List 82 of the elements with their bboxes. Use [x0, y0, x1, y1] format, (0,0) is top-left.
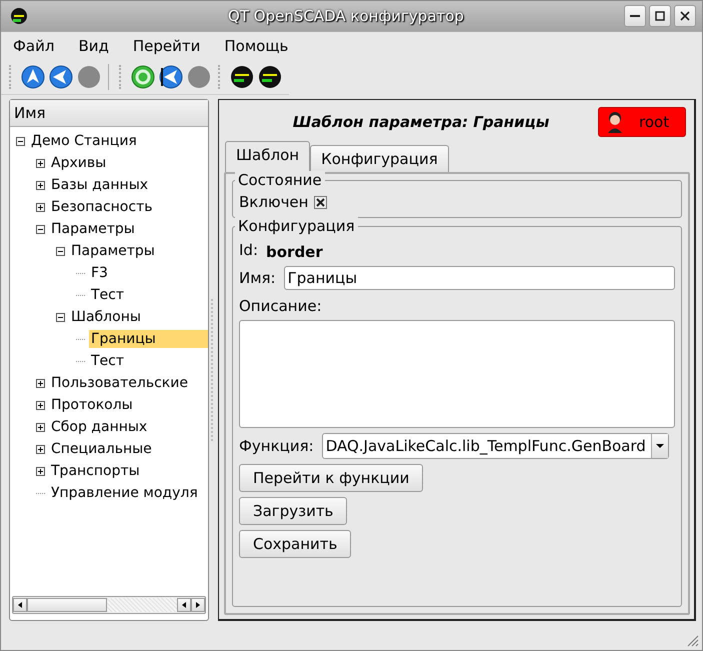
tree-item[interactable]: Параметры — [69, 242, 157, 260]
menu-item[interactable]: Вид — [78, 37, 109, 55]
maximize-button[interactable] — [649, 5, 671, 27]
id-value: border — [266, 243, 323, 261]
refresh-icon — [131, 65, 155, 89]
left-arrow-icon — [16, 601, 24, 609]
window-title: QT OpenSCADA конфигуратор — [227, 7, 465, 25]
tree-item[interactable]: Базы данных — [49, 176, 150, 194]
expand-icon[interactable] — [36, 202, 45, 212]
expand-icon[interactable] — [36, 378, 45, 388]
resize-grip-icon[interactable] — [687, 635, 699, 647]
minimize-button[interactable] — [624, 5, 646, 27]
group-title: Конфигурация — [235, 217, 358, 235]
field-label: Функция: — [239, 437, 314, 455]
push-button[interactable]: Сохранить — [239, 530, 352, 558]
push-button[interactable]: Загрузить — [239, 497, 348, 525]
tab[interactable]: Конфигурация — [310, 145, 449, 172]
name-field[interactable]: Границы — [284, 266, 675, 290]
tree-item[interactable]: Протоколы — [49, 396, 135, 414]
close-button[interactable] — [674, 5, 696, 27]
column-header[interactable]: Имя — [10, 100, 208, 127]
tree-item[interactable]: Пользовательские — [49, 374, 190, 392]
expand-icon[interactable] — [36, 466, 45, 476]
field-label: Id: — [239, 241, 258, 259]
tab[interactable]: Шаблон — [225, 141, 310, 172]
scroll-handle[interactable] — [27, 598, 107, 612]
tree-item[interactable]: Специальные — [49, 440, 154, 458]
toolbar-button[interactable] — [20, 64, 46, 90]
toolbar-button[interactable] — [48, 64, 74, 90]
expand-icon[interactable] — [36, 180, 45, 190]
collapse-icon[interactable] — [56, 246, 65, 256]
tree-item[interactable]: Параметры — [49, 220, 137, 238]
menu-item[interactable]: Файл — [13, 37, 54, 55]
circle-icon — [187, 65, 211, 89]
circle-icon — [77, 65, 101, 89]
tree-item[interactable]: Тест — [89, 352, 126, 370]
expand-icon[interactable] — [36, 400, 45, 410]
maximize-icon — [655, 11, 665, 21]
station-icon — [258, 65, 282, 89]
app-icon — [10, 7, 28, 25]
close-icon — [680, 11, 690, 21]
collapse-icon[interactable] — [56, 312, 65, 322]
checkbox-label: Включен — [239, 193, 308, 211]
splitter-handle[interactable] — [211, 299, 216, 441]
function-dropdown[interactable]: DAQ.JavaLikeCalc.lib_TemplFunc.GenBoard — [322, 433, 669, 459]
tree-item[interactable]: Безопасность — [49, 198, 154, 216]
scroll-left-button[interactable] — [13, 598, 27, 612]
checkbox[interactable] — [314, 196, 328, 208]
description-field[interactable] — [239, 320, 675, 428]
tree-item[interactable]: Сбор данных — [49, 418, 150, 436]
expand-icon[interactable] — [36, 444, 45, 454]
toolbar-button[interactable] — [158, 64, 184, 90]
expand-icon[interactable] — [36, 422, 45, 432]
field-label: Имя: — [239, 269, 276, 287]
tree-item[interactable]: Демо Станция — [29, 132, 139, 150]
tree-item[interactable]: Транспорты — [49, 462, 142, 480]
push-button[interactable]: Перейти к функции — [239, 464, 424, 492]
toolbar-button[interactable] — [257, 64, 283, 90]
tree-item[interactable]: Архивы — [49, 154, 108, 172]
left-arrow-icon — [180, 601, 188, 609]
user-avatar-icon — [605, 111, 625, 133]
user-button[interactable]: root — [598, 107, 686, 137]
expand-icon[interactable] — [36, 158, 45, 168]
scroll-left-button[interactable] — [177, 598, 191, 612]
tree-item[interactable]: Тест — [89, 286, 126, 304]
horizontal-scrollbar[interactable] — [12, 596, 206, 614]
collapse-icon[interactable] — [36, 224, 45, 234]
minimize-icon — [630, 15, 640, 17]
field-label: Описание: — [239, 297, 323, 315]
collapse-icon[interactable] — [16, 136, 25, 146]
page-title: Шаблон параметра: Границы — [292, 113, 550, 131]
toolbar-button[interactable] — [229, 64, 255, 90]
tree-item[interactable]: Шаблоны — [69, 308, 143, 326]
tree-item[interactable]: Управление модуля — [49, 484, 200, 502]
tree-item[interactable]: F3 — [89, 264, 110, 282]
dropdown-arrow-icon — [656, 443, 664, 449]
scroll-right-button[interactable] — [191, 598, 205, 612]
right-arrow-icon — [194, 601, 202, 609]
menu-item[interactable]: Помощь — [224, 37, 288, 55]
tree-item[interactable]: Границы — [89, 330, 208, 348]
menu-item[interactable]: Перейти — [132, 37, 200, 55]
station-icon — [230, 65, 254, 89]
